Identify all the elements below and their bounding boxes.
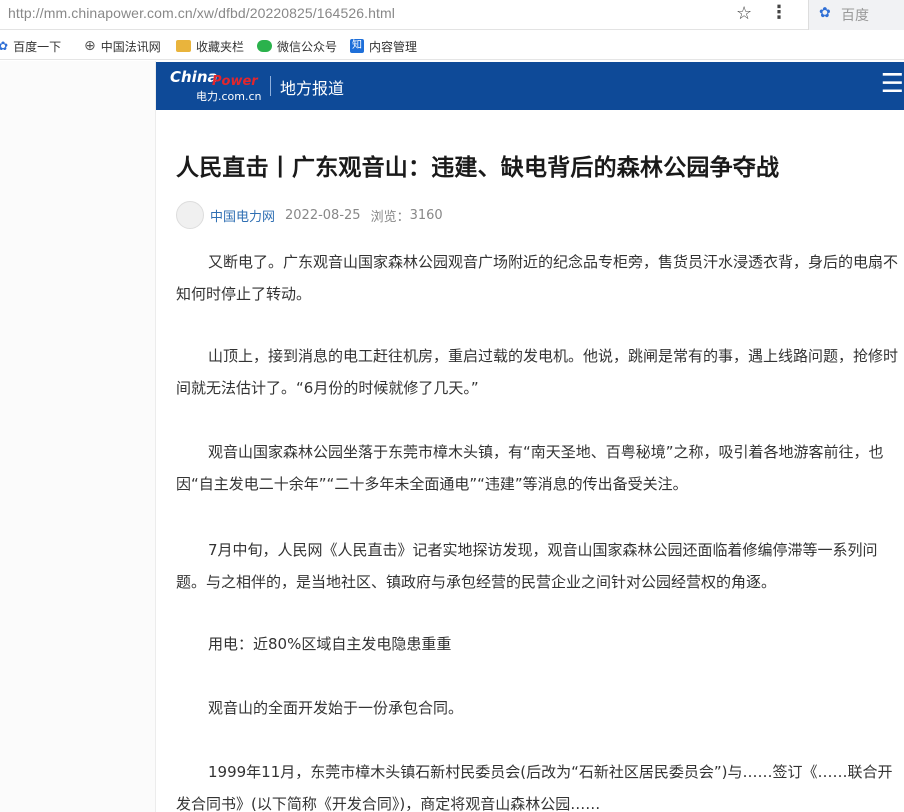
logo-text-china: China xyxy=(170,68,218,86)
globe-icon: ⊕ xyxy=(84,38,96,54)
bookmark-label: 收藏夹栏 xyxy=(196,39,245,54)
bookmark-label: 百度一下 xyxy=(13,39,62,54)
baidu-paw-icon: ✿ xyxy=(819,5,831,21)
article-paragraph: 观音山的全面开发始于一份承包合同。 xyxy=(208,699,464,717)
page-margin xyxy=(0,61,156,812)
avatar xyxy=(176,201,204,229)
article-paragraph: 又断电了。广东观音山国家森林公园观音广场附近的纪念品专柜旁，售货员汗水浸透衣背，… xyxy=(176,253,899,303)
bookmark-label: 微信公众号 xyxy=(277,39,338,54)
article-meta: 中国电力网 2022-08-25 浏览： 3160 xyxy=(176,200,443,230)
article: 人民直击丨广东观音山：违建、缺电背后的森林公园争夺战 中国电力网 2022-08… xyxy=(156,110,904,812)
article-paragraph: 7月中旬，人民网《人民直击》记者实地探访发现，观音山国家森林公园还面临着修编停滞… xyxy=(176,541,878,591)
article-paragraph: 观音山国家森林公园坐落于东莞市樟木头镇，有“南天圣地、百粤秘境”之称，吸引着各地… xyxy=(176,443,884,493)
search-placeholder: 百度 xyxy=(841,8,869,24)
site-logo[interactable]: China Power 电力.com.cn xyxy=(170,68,270,104)
bookmark-zhi[interactable]: 知 内容管理 xyxy=(350,37,417,55)
url-text[interactable]: http://mm.chinapower.com.cn/xw/dfbd/2022… xyxy=(8,5,395,21)
views-count: 3160 xyxy=(409,207,443,223)
bookmark-baidu[interactable]: ✿ 百度一下 xyxy=(0,37,61,55)
search-input[interactable]: ✿ 百度 xyxy=(808,0,904,30)
article-subheading: 用电：近80%区域自主发电隐患重重 xyxy=(208,635,452,653)
zhi-icon: 知 xyxy=(350,39,364,53)
site-header: China Power 电力.com.cn 地方报道 ☰ xyxy=(156,62,904,110)
bookmark-fazhi[interactable]: ⊕ 中国法讯网 xyxy=(84,37,161,55)
bookmark-label: 中国法讯网 xyxy=(100,39,161,54)
source-link[interactable]: 中国电力网 xyxy=(210,206,275,225)
bookmarks-bar: ✿ 百度一下 ⊕ 中国法讯网 收藏夹栏 微信公众号 知 内容管理 xyxy=(0,30,904,60)
hamburger-menu-icon[interactable]: ☰ xyxy=(881,71,904,97)
bookmark-wechat[interactable]: 微信公众号 xyxy=(257,37,337,55)
article-paragraph: 1999年11月，东莞市樟木头镇石新村民委员会(后改为“石新社区居民委员会”)与… xyxy=(176,763,893,812)
section-title[interactable]: 地方报道 xyxy=(280,75,344,99)
article-paragraph: 山顶上，接到消息的电工赶往机房，重启过载的发电机。他说，跳闸是常有的事，遇上线路… xyxy=(176,347,899,397)
folder-icon xyxy=(176,40,191,52)
wechat-icon xyxy=(257,40,272,52)
more-icon[interactable]: ⋮ xyxy=(770,2,788,23)
bookmark-folder[interactable]: 收藏夹栏 xyxy=(176,37,244,55)
publish-date: 2022-08-25 xyxy=(285,207,361,223)
logo-text-power: Power xyxy=(212,74,258,89)
header-divider xyxy=(270,76,271,96)
star-icon[interactable]: ☆ xyxy=(736,3,752,24)
address-bar[interactable]: http://mm.chinapower.com.cn/xw/dfbd/2022… xyxy=(0,0,904,30)
bookmark-label: 内容管理 xyxy=(369,39,418,54)
baidu-paw-icon: ✿ xyxy=(0,39,9,53)
views-label: 浏览： xyxy=(370,209,410,225)
article-title: 人民直击丨广东观音山：违建、缺电背后的森林公园争夺战 xyxy=(176,155,780,181)
logo-text-domain: 电力.com.cn xyxy=(196,90,262,103)
